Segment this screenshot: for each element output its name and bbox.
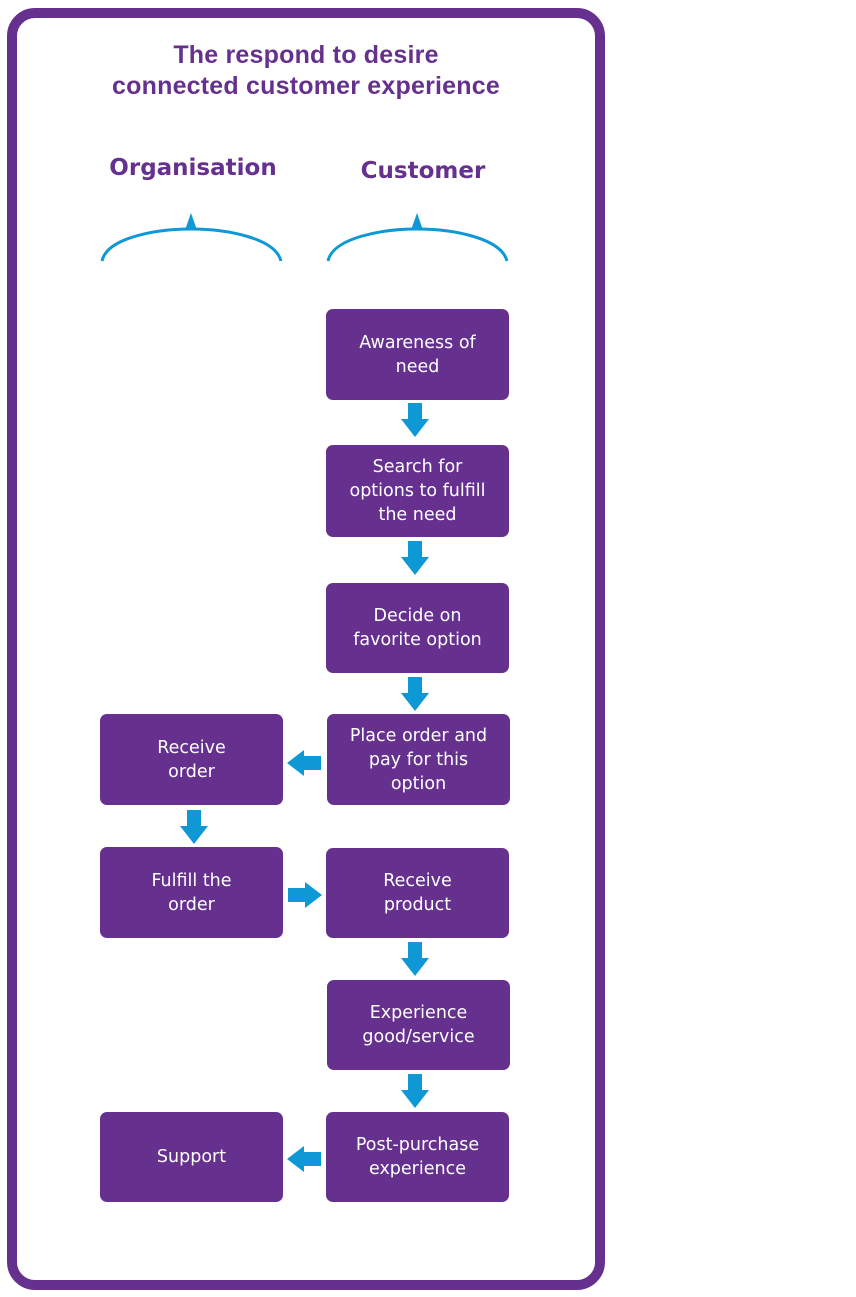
step-fulfill-the-order: Fulfill the order: [100, 847, 283, 938]
step-text: order: [168, 761, 215, 782]
step-text: product: [383, 895, 452, 915]
step-receive-order: Receive order: [100, 714, 283, 805]
arrow-left-icon: [287, 750, 321, 776]
step-receive-product: Receive product: [326, 848, 509, 938]
step-awareness-of-need: Awareness of need: [326, 309, 509, 400]
step-search-for-options: Search for options to fulfill the need: [326, 445, 509, 537]
step-text: options to fulfill: [349, 481, 486, 501]
step-text: Search for: [372, 457, 463, 477]
step-text: Receive: [383, 871, 452, 891]
arrow-down-icon: [401, 677, 429, 711]
arrow-down-icon: [180, 810, 208, 844]
step-experience-good-service: Experience good/service: [327, 980, 510, 1070]
step-text: pay for this: [368, 749, 469, 770]
step-text: the need: [378, 505, 457, 525]
step-text: order: [168, 894, 215, 915]
arrow-down-icon: [401, 942, 429, 976]
step-text: Support: [156, 1147, 227, 1167]
arrow-down-icon: [401, 403, 429, 437]
step-text: Decide on: [373, 606, 462, 626]
step-text: favorite option: [353, 630, 482, 650]
arrow-right-icon: [288, 882, 322, 908]
step-text: Awareness of: [359, 332, 476, 353]
step-support: Support: [100, 1112, 283, 1202]
arrow-down-icon: [401, 1074, 429, 1108]
step-text: Receive: [157, 737, 226, 758]
arrow-down-icon: [401, 541, 429, 575]
title-line-2: connected customer experience: [112, 72, 500, 100]
customer-brace-icon: [326, 213, 509, 262]
organisation-brace-icon: [100, 213, 283, 262]
title-line-1: The respond to desire: [173, 41, 439, 69]
step-place-order-and-pay: Place order and pay for this option: [327, 714, 510, 805]
arrow-left-icon: [287, 1146, 321, 1172]
column-header-organisation: Organisation: [109, 155, 277, 181]
step-text: experience: [368, 1159, 466, 1179]
step-text: Post-purchase: [355, 1135, 480, 1155]
step-text: Fulfill the: [151, 870, 232, 891]
step-text: option: [390, 773, 447, 794]
column-header-customer: Customer: [360, 158, 486, 184]
step-text: Experience: [369, 1003, 468, 1023]
step-text: Place order and: [349, 725, 488, 746]
step-text: need: [395, 356, 440, 377]
diagram-frame: [7, 8, 605, 1290]
step-post-purchase-experience: Post-purchase experience: [326, 1112, 509, 1202]
step-text: good/service: [362, 1027, 475, 1047]
step-decide-on-favorite-option: Decide on favorite option: [326, 583, 509, 673]
diagram-title: The respond to desire connected customer…: [7, 40, 605, 102]
